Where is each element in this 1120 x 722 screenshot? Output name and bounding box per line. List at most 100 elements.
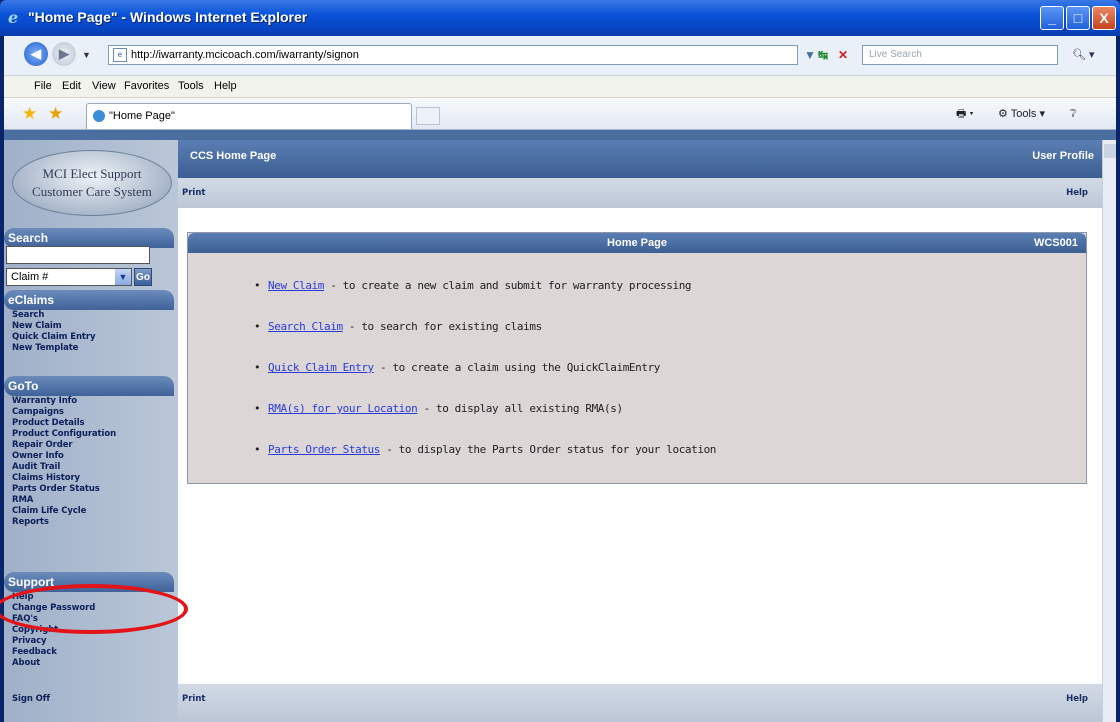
chevron-down-icon: ▼: [115, 269, 131, 285]
minimize-button[interactable]: _: [1040, 6, 1064, 30]
url-dropdown-icon[interactable]: ▼: [804, 45, 816, 65]
menu-help[interactable]: Help: [214, 80, 237, 92]
ccs-logo: MCI Elect Support Customer Care System: [10, 148, 174, 218]
list-item-text: - to create a new claim and submit for w…: [324, 279, 692, 292]
history-dropdown-icon[interactable]: ▼: [82, 50, 91, 60]
bullet-icon: •: [254, 402, 261, 415]
logo-line1: MCI Elect Support: [42, 166, 142, 181]
footer-print-link[interactable]: Print: [182, 694, 205, 704]
bullet-icon: •: [254, 320, 261, 333]
window-title: "Home Page" - Windows Internet Explorer: [28, 9, 308, 25]
go-button[interactable]: Go: [134, 268, 152, 286]
search-select-value: Claim #: [11, 271, 49, 283]
panel-title: Home Page: [607, 237, 667, 249]
back-button[interactable]: ◀: [24, 42, 48, 66]
menu-tools[interactable]: Tools: [178, 80, 204, 92]
highlight-annotation-oval: [0, 584, 188, 634]
sidebar-item-rma[interactable]: RMA: [12, 495, 33, 505]
forward-button[interactable]: ▶: [52, 42, 76, 66]
bullet-icon: •: [254, 443, 261, 456]
search-type-select[interactable]: Claim # ▼: [6, 268, 132, 286]
sidebar-item-claim-life-cycle[interactable]: Claim Life Cycle: [12, 506, 86, 516]
logo-line2: Customer Care System: [32, 184, 152, 199]
bullet-icon: •: [254, 279, 261, 292]
url-input[interactable]: e http://iwarranty.mcicoach.com/iwarrant…: [108, 45, 798, 65]
print-link[interactable]: Print: [182, 188, 205, 198]
menu-favorites[interactable]: Favorites: [124, 80, 169, 92]
search-go-icon[interactable]: 🔍︎ ▾: [1072, 45, 1108, 65]
stop-icon[interactable]: ✕: [838, 45, 848, 65]
list-item-text: - to search for existing claims: [342, 320, 542, 333]
list-item: • Quick Claim Entry - to create a claim u…: [254, 361, 660, 374]
sidebar-search-input[interactable]: [6, 246, 150, 264]
list-item-text: - to display all existing RMA(s): [417, 402, 624, 415]
favorites-star-icon[interactable]: ★: [22, 104, 37, 124]
sidebar-item-campaigns[interactable]: Campaigns: [12, 407, 64, 417]
refresh-icon[interactable]: ↹: [818, 45, 828, 65]
scrollbar-thumb[interactable]: [1104, 144, 1116, 158]
help-link[interactable]: Help: [1066, 188, 1088, 198]
page-title: CCS Home Page: [190, 150, 277, 162]
search-claim-link[interactable]: Search Claim: [268, 320, 343, 333]
user-profile-link[interactable]: User Profile: [1032, 150, 1094, 162]
sidebar-item-product-details[interactable]: Product Details: [12, 418, 85, 428]
logo-oval: [12, 150, 172, 216]
footer-help-link[interactable]: Help: [1066, 694, 1088, 704]
live-search-input[interactable]: Live Search: [862, 45, 1058, 65]
browser-window: e "Home Page" - Windows Internet Explore…: [0, 0, 1120, 722]
new-tab-button[interactable]: [416, 107, 440, 125]
close-button[interactable]: X: [1092, 6, 1116, 30]
top-action-bar: Print Help: [178, 178, 1102, 208]
menu-view[interactable]: View: [92, 80, 116, 92]
list-item: • Search Claim - to search for existing c…: [254, 320, 542, 333]
sidebar-item-audit-trail[interactable]: Audit Trail: [12, 462, 60, 472]
sidebar-item-about[interactable]: About: [12, 658, 40, 668]
bottom-action-bar: Print Help: [178, 684, 1102, 722]
main-header: CCS Home Page User Profile: [178, 140, 1102, 178]
tools-menu-button[interactable]: ⚙︎ Tools ▾: [998, 105, 1045, 123]
sidebar-item-warranty-info[interactable]: Warranty Info: [12, 396, 77, 406]
list-item: • Parts Order Status - to display the Par…: [254, 443, 716, 456]
address-bar: ◀ ▶ ▼ e http://iwarranty.mcicoach.com/iw…: [4, 36, 1116, 76]
sidebar-item-owner-info[interactable]: Owner Info: [12, 451, 64, 461]
home-panel: Home Page WCS001 • New Claim - to create …: [187, 232, 1087, 484]
menu-edit[interactable]: Edit: [62, 80, 81, 92]
title-bar: e "Home Page" - Windows Internet Explore…: [0, 0, 1120, 36]
tools-label: Tools: [1010, 108, 1037, 120]
menu-bar: File Edit View Favorites Tools Help: [4, 76, 1116, 98]
list-item: • New Claim - to create a new claim and s…: [254, 279, 692, 292]
parts-order-status-link[interactable]: Parts Order Status: [268, 443, 380, 456]
tab-bar: ★ ★ "Home Page" 🖶︎ ▾ ⚙︎ Tools ▾ ❔︎: [4, 98, 1116, 130]
sidebar-item-repair-order[interactable]: Repair Order: [12, 440, 73, 450]
sidebar-item-search[interactable]: Search: [12, 310, 44, 320]
sidebar-item-feedback[interactable]: Feedback: [12, 647, 57, 657]
sidebar-item-product-configuration[interactable]: Product Configuration: [12, 429, 116, 439]
menu-file[interactable]: File: [34, 80, 52, 92]
sidebar-item-new-template[interactable]: New Template: [12, 343, 78, 353]
quick-claim-entry-link[interactable]: Quick Claim Entry: [268, 361, 374, 374]
sidebar-item-claims-history[interactable]: Claims History: [12, 473, 80, 483]
rma-link[interactable]: RMA(s) for your Location: [268, 402, 418, 415]
sidebar-item-reports[interactable]: Reports: [12, 517, 49, 527]
add-favorites-icon[interactable]: ★: [48, 104, 63, 124]
url-text: http://iwarranty.mcicoach.com/iwarranty/…: [131, 49, 359, 61]
panel-code: WCS001: [1033, 237, 1078, 249]
sidebar-item-new-claim[interactable]: New Claim: [12, 321, 62, 331]
sidebar-item-quick-claim-entry[interactable]: Quick Claim Entry: [12, 332, 96, 342]
tab-page-icon: [93, 110, 105, 122]
sidebar-item-parts-order-status[interactable]: Parts Order Status: [12, 484, 100, 494]
search-section-header: Search: [4, 228, 174, 248]
eclaims-section-header: eClaims: [4, 290, 174, 310]
vertical-scrollbar[interactable]: [1102, 140, 1116, 722]
print-icon[interactable]: 🖶︎ ▾: [956, 105, 974, 123]
maximize-button[interactable]: □: [1066, 6, 1090, 30]
bullet-icon: •: [254, 361, 261, 374]
page-icon: e: [113, 48, 127, 62]
list-item-text: - to create a claim using the QuickClaim…: [373, 361, 661, 374]
sidebar-item-privacy[interactable]: Privacy: [12, 636, 47, 646]
list-item-text: - to display the Parts Order status for …: [380, 443, 717, 456]
sign-off-link[interactable]: Sign Off: [12, 694, 50, 704]
tab-home-page[interactable]: "Home Page": [86, 103, 412, 129]
new-claim-link[interactable]: New Claim: [268, 279, 324, 292]
help-icon[interactable]: ❔︎: [1070, 105, 1077, 123]
